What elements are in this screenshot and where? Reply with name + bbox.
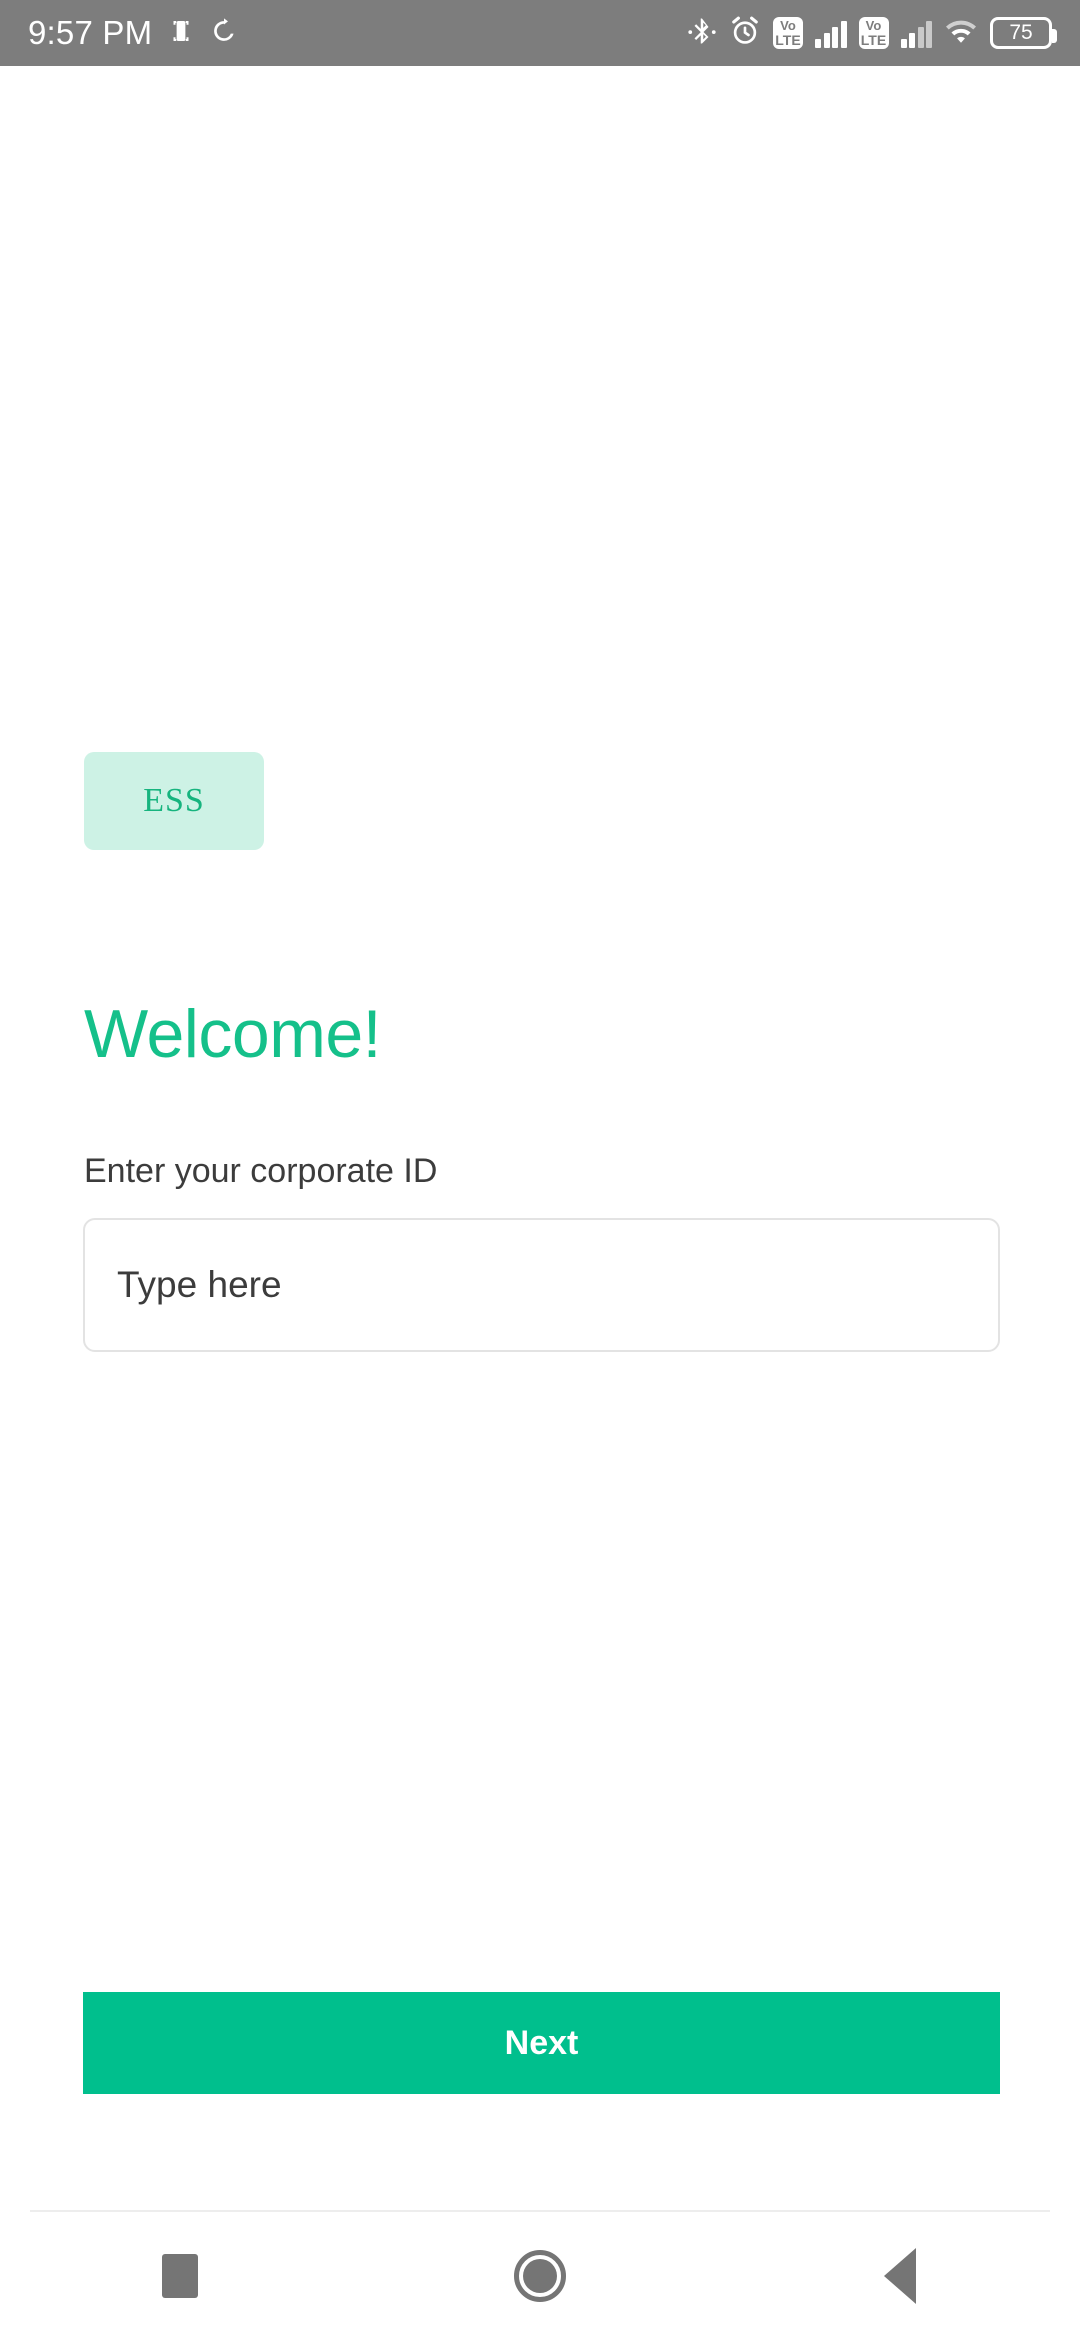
battery-percent-label: 75 xyxy=(1009,21,1033,44)
status-bar: 9:57 PM Vo LTE Vo LTE 75 xyxy=(0,0,1080,66)
system-nav-bar xyxy=(0,2212,1080,2340)
volte-top: Vo xyxy=(780,18,796,33)
status-bar-clock: 9:57 PM xyxy=(28,14,153,51)
volte-bottom-2: LTE xyxy=(860,32,887,48)
next-button[interactable]: Next xyxy=(83,1992,1000,2094)
volte-top-2: Vo xyxy=(865,18,882,33)
signal-bars-1 xyxy=(815,18,847,48)
corporate-id-input[interactable] xyxy=(85,1220,998,1350)
signal-bars-2 xyxy=(900,18,932,48)
wifi-icon xyxy=(944,16,978,51)
screenshot-icon xyxy=(166,16,196,51)
app-logo-text: ESS xyxy=(143,782,205,819)
circle-icon xyxy=(514,2250,566,2302)
square-icon xyxy=(162,2254,198,2298)
corporate-id-input-wrapper[interactable] xyxy=(83,1218,1000,1352)
battery-indicator: 75 xyxy=(990,17,1057,49)
corporate-id-label: Enter your corporate ID xyxy=(84,1152,438,1190)
page-title: Welcome! xyxy=(84,996,382,1072)
volte-icon-2: Vo LTE xyxy=(858,17,889,49)
bluetooth-icon xyxy=(687,15,717,52)
app-screen: 9:57 PM Vo LTE Vo LTE 75 ESS Welcome! En… xyxy=(0,0,1080,2340)
sync-icon xyxy=(210,17,238,50)
alarm-icon xyxy=(729,15,761,52)
status-bar-right: Vo LTE Vo LTE 75 xyxy=(687,15,1057,52)
nav-back-button[interactable] xyxy=(720,2212,1080,2340)
nav-home-button[interactable] xyxy=(360,2212,720,2340)
nav-recents-button[interactable] xyxy=(0,2212,360,2340)
volte-bottom: LTE xyxy=(775,32,801,48)
status-bar-left: 9:57 PM xyxy=(28,14,238,52)
app-logo: ESS xyxy=(84,752,264,850)
triangle-back-icon xyxy=(884,2248,916,2304)
volte-icon-1: Vo LTE xyxy=(773,17,803,49)
